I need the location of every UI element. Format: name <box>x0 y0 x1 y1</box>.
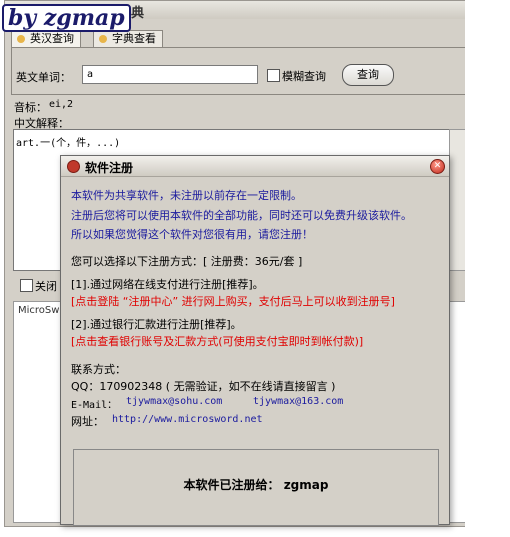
close-checkbox[interactable] <box>20 279 33 292</box>
registered-to: 本软件已注册给： zgmap <box>183 478 329 492</box>
email-link-1[interactable]: tjywmax@sohu.com <box>126 396 222 407</box>
torn-edge <box>465 0 510 537</box>
registration-box: 本软件已注册给： zgmap <box>73 449 439 526</box>
email-link-2[interactable]: tjywmax@163.com <box>253 396 343 407</box>
methods-intro: 您可以选择以下注册方式：[ 注册费：36元/套 ] <box>71 255 303 268</box>
email-label: E-Mail： <box>71 400 118 411</box>
intro-line-1: 本软件为共享软件，未注册以前存在一定限制。 <box>71 189 302 202</box>
intro-line-3: 所以如果您觉得这个软件对您很有用，请您注册！ <box>71 228 313 241</box>
registration-dialog: 软件注册 ✕ 本软件为共享软件，未注册以前存在一定限制。 注册后您将可以使用本软… <box>60 155 450 526</box>
contact-label: 联系方式： <box>71 363 126 376</box>
qq-contact: QQ：170902348 ( 无需验证，如不在线请直接留言 ) <box>71 380 336 393</box>
tab-icon <box>17 35 25 43</box>
intro-line-2: 注册后您将可以使用本软件的全部功能，同时还可以免费升级该软件。 <box>71 209 412 222</box>
tab-label: 字典查看 <box>112 32 156 45</box>
method-1-link[interactable]: [点击登陆 “注册中心” 进行网上购买，支付后马上可以收到注册号] <box>71 293 395 309</box>
dialog-title: 软件注册 <box>85 161 134 175</box>
fuzzy-label: 模糊查询 <box>282 70 326 83</box>
tab-dictionary[interactable]: 字典查看 <box>93 30 163 47</box>
tab-icon <box>99 35 107 43</box>
method-2-link[interactable]: [点击查看银行账号及汇款方式(可使用支付宝即时到帐付款)] <box>71 333 363 349</box>
word-label: 英文单词： <box>16 71 71 84</box>
website-label: 网址： <box>71 415 104 428</box>
tab-english-chinese[interactable]: 英汉查询 <box>11 30 81 47</box>
meaning-text: art.一(个，件，...) <box>16 138 121 149</box>
method-1: [1].通过网络在线支付进行注册[推荐]。 <box>71 278 264 291</box>
bottom-panel-label: MicroSw <box>18 305 60 316</box>
close-label: 关闭 <box>35 280 57 293</box>
fuzzy-checkbox[interactable] <box>267 69 280 82</box>
method-2: [2].通过银行汇款进行注册[推荐]。 <box>71 318 242 331</box>
phonetic-label: 音标： <box>14 101 47 114</box>
dialog-title-bar: 软件注册 ✕ <box>61 156 449 177</box>
watermark-logo: by zgmap <box>2 4 131 32</box>
website-link[interactable]: http://www.microsword.net <box>112 414 263 425</box>
query-button[interactable]: 查询 <box>342 64 394 86</box>
close-icon[interactable]: ✕ <box>430 159 445 174</box>
word-input[interactable] <box>82 65 258 84</box>
app-icon <box>67 160 80 173</box>
phonetic-value: ei,2 <box>49 99 74 110</box>
tab-label: 英汉查询 <box>30 32 74 45</box>
